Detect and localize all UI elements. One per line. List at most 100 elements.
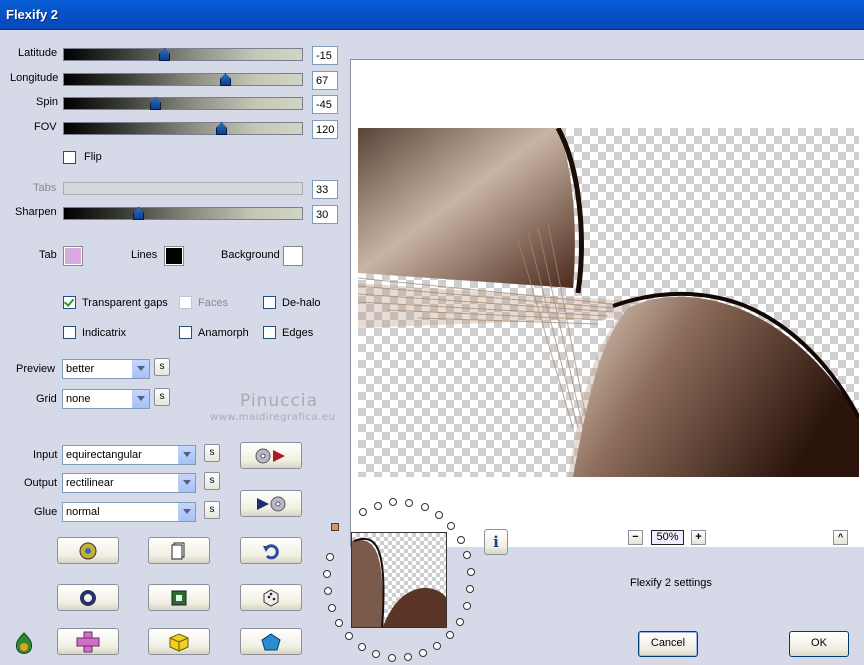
flip-checkbox[interactable] — [63, 151, 76, 164]
orbit-dot[interactable] — [334, 619, 343, 627]
grid-select[interactable]: none — [62, 389, 150, 409]
square-shape-button[interactable] — [148, 584, 210, 611]
fov-slider-thumb[interactable] — [216, 122, 227, 135]
sharpen-value[interactable]: 30 — [312, 205, 338, 224]
orbit-dot[interactable] — [434, 510, 443, 519]
tabs-value[interactable]: 33 — [312, 180, 338, 199]
orbit-dot[interactable] — [357, 642, 366, 651]
sharpen-slider-thumb[interactable] — [133, 207, 144, 220]
copy-button[interactable] — [148, 537, 210, 564]
tab-color-swatch[interactable] — [63, 246, 83, 266]
dice-icon — [263, 588, 279, 607]
dice-button[interactable] — [240, 584, 302, 611]
cancel-button[interactable]: Cancel — [638, 631, 698, 657]
lines-color-swatch[interactable] — [164, 246, 184, 266]
grid-s-button[interactable]: s — [154, 388, 170, 406]
input-s-button[interactable]: s — [204, 444, 220, 462]
longitude-value[interactable]: 67 — [312, 71, 338, 90]
orbit-dot[interactable] — [455, 617, 464, 626]
background-color-swatch[interactable] — [283, 246, 303, 266]
tabs-slider — [63, 182, 303, 195]
circle-shape-button[interactable] — [57, 584, 119, 611]
cross-shape-button[interactable] — [57, 628, 119, 655]
fov-value[interactable]: 120 — [312, 120, 338, 139]
undo-button[interactable] — [240, 537, 302, 564]
thumbnail — [351, 532, 447, 628]
input-select-value: equirectangular — [66, 449, 142, 461]
input-select[interactable]: equirectangular — [62, 445, 196, 465]
chevron-down-icon[interactable] — [132, 390, 149, 408]
play-disc-icon — [257, 496, 286, 511]
orbit-dot[interactable] — [403, 653, 412, 662]
randomize-button[interactable] — [57, 537, 119, 564]
tab-color-label: Tab — [39, 249, 57, 261]
edges-checkbox[interactable] — [263, 326, 276, 339]
orbit-handle[interactable] — [331, 523, 339, 531]
output-play-button[interactable] — [240, 490, 302, 517]
preview-s-button[interactable]: s — [154, 358, 170, 376]
longitude-slider-thumb[interactable] — [220, 73, 231, 86]
latitude-slider[interactable] — [63, 48, 303, 61]
transparent-gaps-checkbox[interactable] — [63, 296, 76, 309]
chevron-down-icon[interactable] — [178, 503, 195, 521]
orbit-dot[interactable] — [345, 632, 354, 641]
orbit-dot[interactable] — [372, 649, 381, 658]
fov-slider[interactable] — [63, 122, 303, 135]
chevron-down-icon[interactable] — [178, 474, 195, 492]
output-label: Output — [24, 477, 58, 489]
output-s-button[interactable]: s — [204, 472, 220, 490]
ok-button[interactable]: OK — [789, 631, 849, 657]
chevron-down-icon[interactable] — [132, 360, 149, 378]
orbit-dot[interactable] — [323, 586, 332, 595]
background-color-label: Background — [221, 249, 280, 261]
orbit-dot[interactable] — [419, 649, 428, 658]
orbit-dot[interactable] — [405, 498, 414, 507]
indicatrix-checkbox[interactable] — [63, 326, 76, 339]
orbit-dot[interactable] — [373, 501, 382, 510]
input-play-button[interactable] — [240, 442, 302, 469]
de-halo-checkbox[interactable] — [263, 296, 276, 309]
title-bar: Flexify 2 — [0, 0, 864, 30]
latitude-value[interactable]: -15 — [312, 46, 338, 65]
orbit-dot[interactable] — [327, 603, 336, 612]
sharpen-slider[interactable] — [63, 207, 303, 220]
orbit-dot[interactable] — [387, 653, 396, 662]
anamorph-checkbox[interactable] — [179, 326, 192, 339]
orbit-dot[interactable] — [323, 569, 332, 578]
dialog-body: Latitude -15 Longitude 67 Spin -45 FOV 1… — [0, 30, 864, 665]
faces-checkbox — [179, 296, 192, 309]
orbit-dot[interactable] — [456, 535, 465, 544]
lines-color-label: Lines — [131, 249, 158, 261]
orbit-dot[interactable] — [326, 552, 335, 561]
spin-slider-thumb[interactable] — [150, 97, 161, 110]
preview-select[interactable]: better — [62, 359, 150, 379]
output-select-value: rectilinear — [66, 477, 114, 489]
window-title: Flexify 2 — [6, 7, 59, 22]
preview-select-value: better — [66, 363, 95, 375]
glue-select[interactable]: normal — [62, 502, 196, 522]
pentagon-button[interactable] — [240, 628, 302, 655]
spin-slider[interactable] — [63, 97, 303, 110]
chevron-down-icon[interactable] — [178, 446, 195, 464]
sharpen-label: Sharpen — [15, 206, 57, 218]
spin-value[interactable]: -45 — [312, 95, 338, 114]
output-select[interactable]: rectilinear — [62, 473, 196, 493]
glue-s-button[interactable]: s — [204, 501, 220, 519]
preview-canvas[interactable] — [350, 59, 864, 547]
info-button[interactable]: i — [484, 529, 508, 555]
zoom-out-button[interactable]: − — [628, 530, 643, 545]
collapse-button[interactable]: ^ — [833, 530, 848, 545]
orbit-dot[interactable] — [466, 568, 475, 577]
latitude-slider-thumb[interactable] — [159, 48, 170, 61]
zoom-in-button[interactable]: + — [691, 530, 706, 545]
orbit-dot[interactable] — [463, 551, 472, 560]
faces-label: Faces — [198, 297, 228, 309]
orbit-dot[interactable] — [462, 602, 471, 611]
orbit-dot[interactable] — [446, 521, 455, 530]
orbit-dot[interactable] — [445, 631, 454, 640]
cube-button[interactable] — [148, 628, 210, 655]
orbit-dot[interactable] — [420, 503, 429, 512]
orbit-dot[interactable] — [433, 641, 442, 650]
orbit-dot[interactable] — [466, 585, 475, 594]
longitude-slider[interactable] — [63, 73, 303, 86]
